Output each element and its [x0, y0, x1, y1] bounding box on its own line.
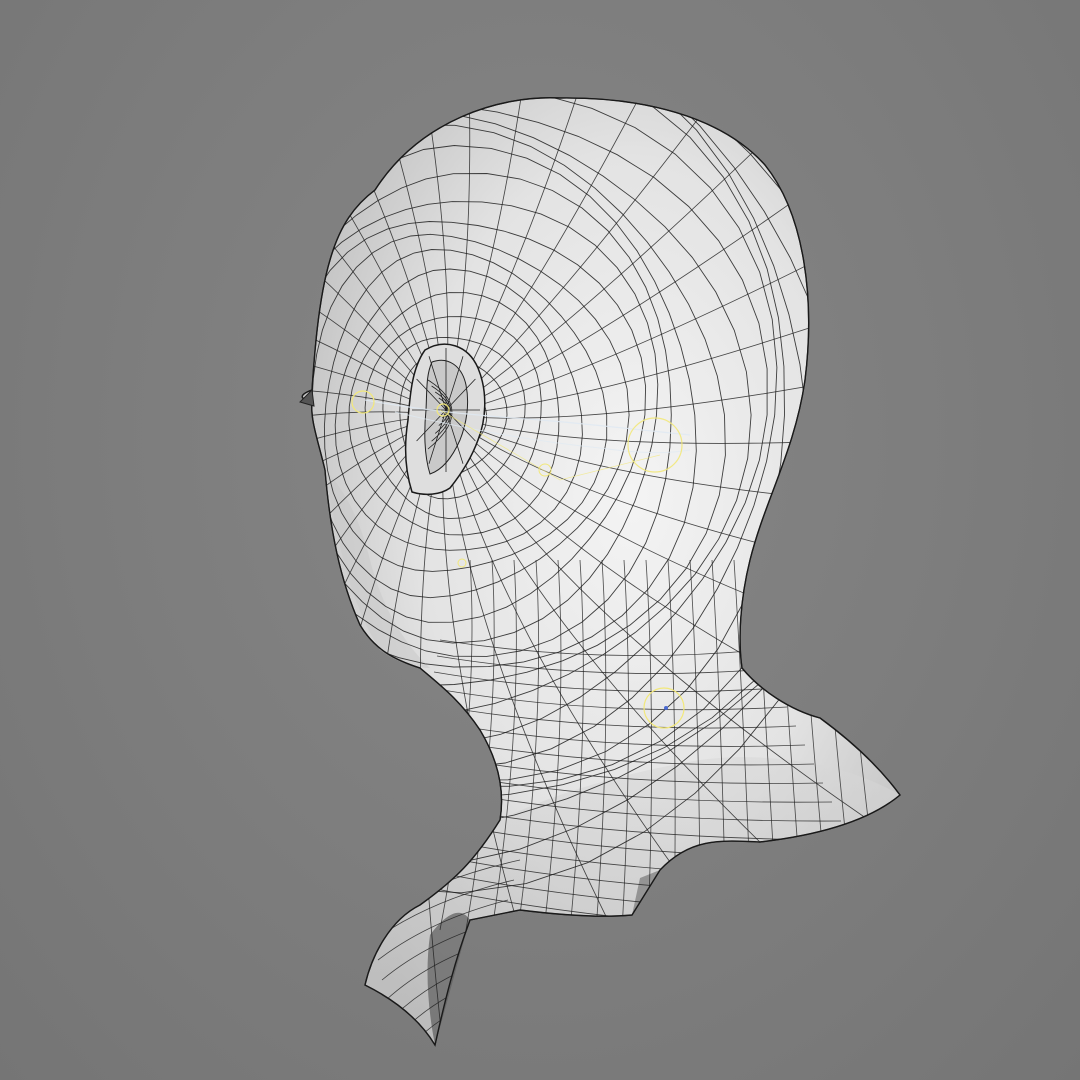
head-mesh-render[interactable]: [0, 0, 1080, 1080]
neck-joint-center: [664, 706, 668, 710]
mesh-surface: [301, 97, 901, 1047]
3d-viewport[interactable]: [0, 0, 1080, 1080]
